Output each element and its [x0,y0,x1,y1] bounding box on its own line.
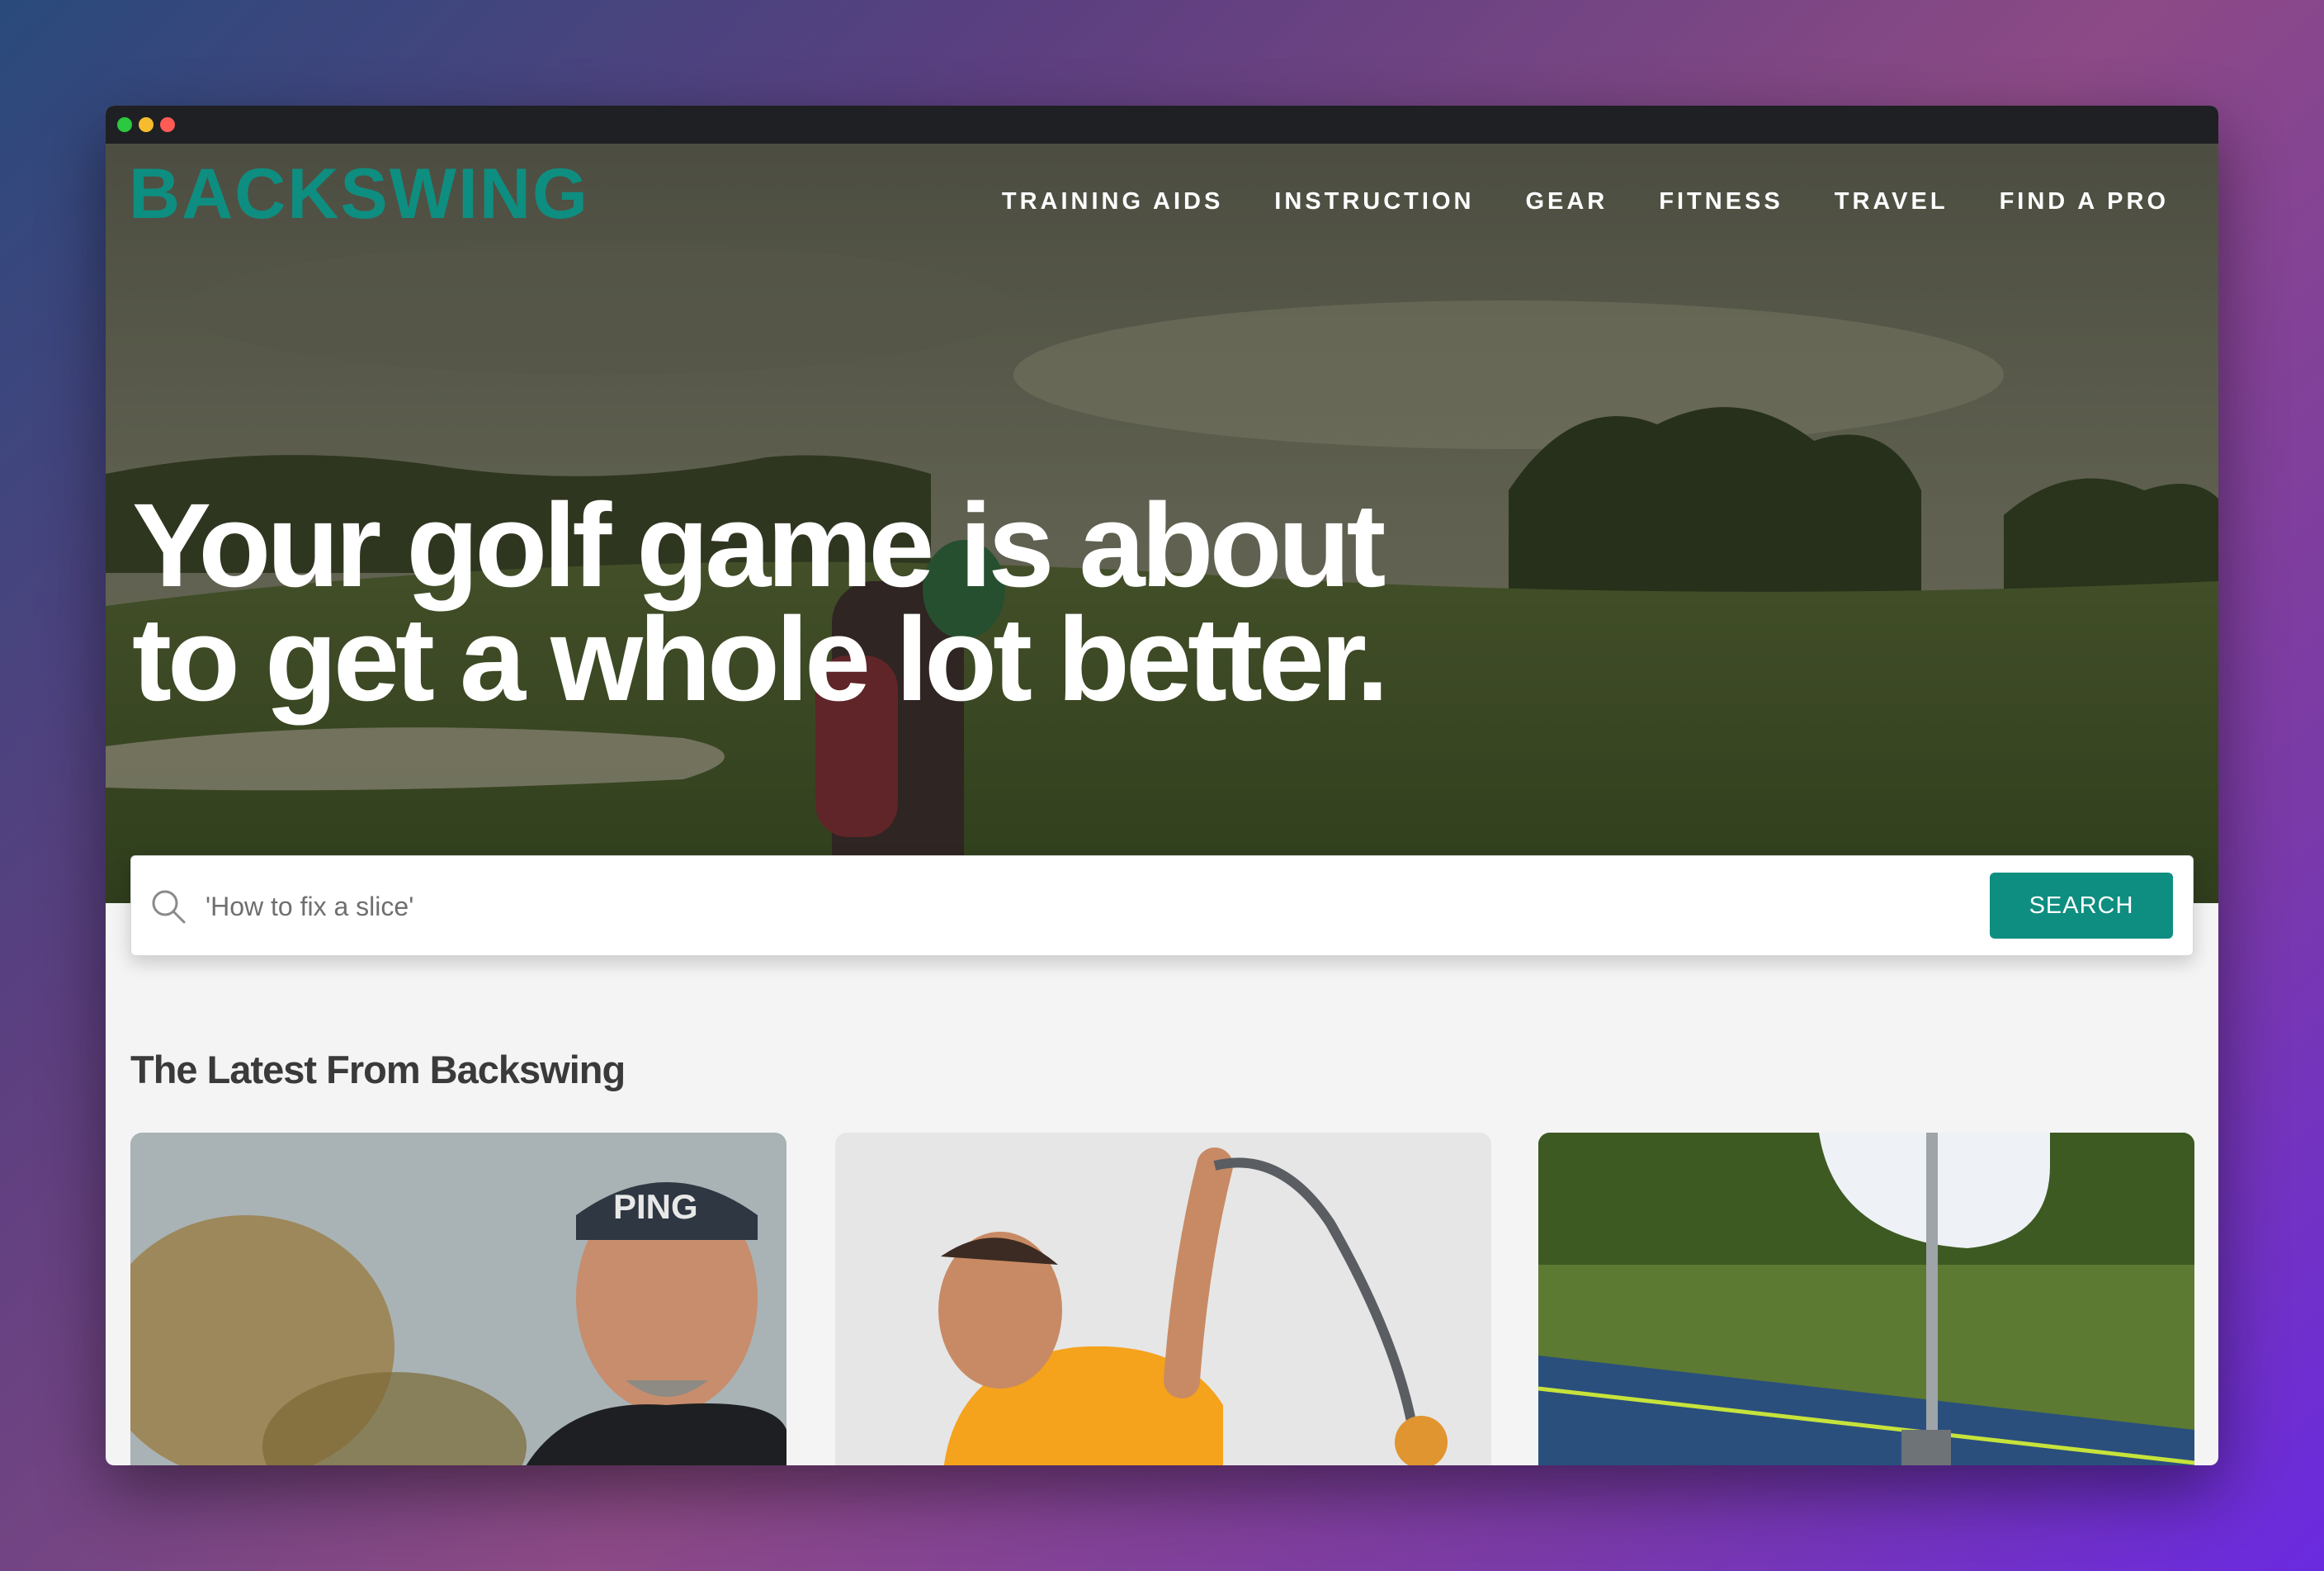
putting-mat-closeup-image [1538,1133,2194,1465]
window-close-control[interactable] [117,117,132,132]
golf-pro-portrait-image: PING [130,1133,786,1465]
backswing-logo[interactable]: BACKSWING [129,154,640,234]
hero-headline: Your golf game is about to get a whole l… [132,486,1618,719]
latest-section-title: The Latest From Backswing [130,1048,626,1091]
search-input[interactable] [205,881,1939,932]
nav-gear[interactable]: GEAR [1525,188,1608,215]
cap-logo-text: PING [613,1187,698,1226]
search-icon [152,890,186,924]
browser-window: BACKSWING TRAINING AIDS INSTRUCTION GEAR… [106,106,2218,1465]
search-button[interactable]: SEARCH [1990,873,2173,939]
hero-headline-line-2: to get a whole lot better. [132,593,1389,726]
nav-find-a-pro[interactable]: FIND A PRO [2000,188,2169,215]
hero-headline-line-1: Your golf game is about [132,479,1386,612]
nav-instruction[interactable]: INSTRUCTION [1274,188,1474,215]
search-bar: SEARCH [130,855,2194,956]
main-navigation: TRAINING AIDS INSTRUCTION GEAR FITNESS T… [1002,188,2169,215]
window-zoom-control[interactable] [160,117,175,132]
hero-section: BACKSWING TRAINING AIDS INSTRUCTION GEAR… [106,144,2218,903]
nav-fitness[interactable]: FITNESS [1659,188,1783,215]
window-minimize-control[interactable] [139,117,154,132]
logo-wordmark: BACKSWING [129,154,589,234]
article-card-2[interactable] [835,1133,1491,1465]
article-card-1[interactable]: PING [130,1133,786,1465]
window-titlebar [106,106,2218,144]
logo-text: BACKSWING [129,154,589,228]
nav-travel[interactable]: TRAVEL [1835,188,1948,215]
article-card-3[interactable] [1538,1133,2194,1465]
swing-trainer-golfer-image [835,1133,1491,1465]
nav-training-aids[interactable]: TRAINING AIDS [1002,188,1223,215]
